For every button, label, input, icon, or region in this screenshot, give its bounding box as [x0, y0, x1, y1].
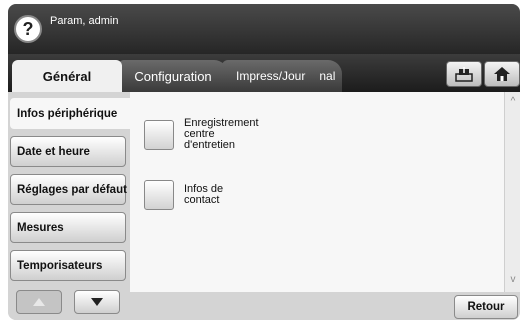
help-button[interactable]: ?: [14, 15, 42, 43]
scroll-down-button[interactable]: [74, 290, 120, 314]
triangle-up-icon: [33, 298, 45, 306]
job-status-button[interactable]: [446, 61, 482, 87]
bottom-bar: Retour: [130, 292, 520, 320]
content-panel: Enregistrement centre d'entretien Infos …: [130, 92, 520, 292]
back-button[interactable]: Retour: [454, 295, 518, 319]
triangle-down-icon: [91, 298, 103, 306]
sidebar-item-infos-peripherique[interactable]: Infos périphérique: [10, 98, 132, 129]
tab-general[interactable]: Général: [12, 60, 122, 92]
tab-label-line1: Impress/Jour: [236, 68, 306, 83]
sidebar-item-mesures[interactable]: Mesures: [10, 212, 126, 243]
page-title: Param, admin: [50, 15, 119, 27]
tab-configuration[interactable]: Configuration: [118, 60, 228, 92]
tab-impress-journal[interactable]: Impress/Jour nal: [222, 60, 342, 92]
home-button[interactable]: [484, 61, 520, 87]
option-infos-contact-button[interactable]: [144, 180, 174, 210]
job-status-icon: [455, 67, 473, 82]
scroll-up-button[interactable]: [16, 290, 62, 314]
sidebar: Infos périphérique Date et heure Réglage…: [8, 92, 132, 320]
scrollbar[interactable]: ^ v: [504, 92, 520, 292]
option-label-line: d'entretien: [184, 139, 236, 151]
scroll-up-arrow-icon[interactable]: ^: [507, 96, 519, 108]
option-enregistrement-label: Enregistrement centre d'entretien: [184, 118, 294, 151]
option-enregistrement-button[interactable]: [144, 120, 174, 150]
sidebar-item-date-heure[interactable]: Date et heure: [10, 136, 126, 167]
tab-label-line2: nal: [319, 68, 336, 83]
option-infos-contact-label: Infos de contact: [184, 184, 294, 206]
tab-bar: Impress/Jour nal Configuration Général: [8, 54, 520, 92]
option-label-line: contact: [184, 194, 220, 206]
home-icon: [494, 67, 510, 81]
sidebar-item-reglages-defaut[interactable]: Réglages par défaut: [10, 174, 127, 205]
top-bar: ? Param, admin: [8, 4, 520, 54]
device-screen: ? Param, admin Impress/Jour nal Configur…: [8, 4, 520, 320]
scroll-down-arrow-icon[interactable]: v: [507, 274, 519, 286]
sidebar-item-temporisateurs[interactable]: Temporisateurs: [10, 250, 126, 281]
